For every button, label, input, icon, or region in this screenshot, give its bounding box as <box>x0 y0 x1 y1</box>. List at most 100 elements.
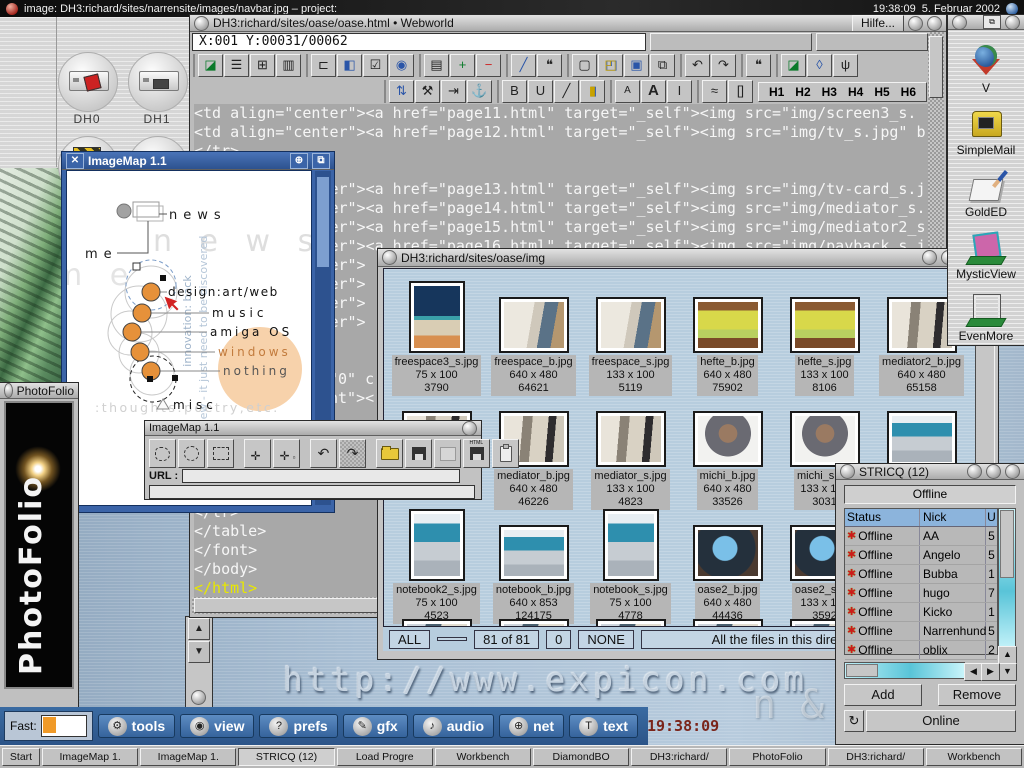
select-none-button[interactable]: NONE <box>578 630 634 649</box>
scroll-up-button[interactable]: ▲ <box>188 618 210 640</box>
dock-view-button[interactable]: ◉view <box>180 714 254 738</box>
thumbnail-cell[interactable]: notebook2_s.jpg75 x 1004523 <box>388 505 485 624</box>
tools-title-bar[interactable]: ImageMap 1.1 <box>145 421 481 436</box>
contact-row[interactable]: ✱OfflineNarrenhund5 <box>845 622 997 641</box>
save-button[interactable] <box>405 439 432 468</box>
list-header[interactable]: Status Nick U <box>845 509 997 527</box>
window-depth-gadget[interactable] <box>927 16 942 31</box>
window-depth-gadget[interactable] <box>462 421 477 436</box>
scrollbar-thumb[interactable] <box>929 36 943 98</box>
window-close-gadget[interactable] <box>194 16 209 31</box>
edit-pencil-button[interactable]: ╱ <box>511 54 536 77</box>
taskbar-item-stricq-12-[interactable]: STRICQ (12) <box>238 748 334 766</box>
imagemap-title-bar[interactable]: ✕ ImageMap 1.1 ⊕ ⧉ <box>62 152 334 170</box>
webworld-title-bar[interactable]: DH3:richard/sites/oase/oase.html • Webwo… <box>190 15 946 32</box>
redo-button[interactable]: ↷ <box>711 54 736 77</box>
contact-row[interactable]: ✱Offlinehugo7 <box>845 584 997 603</box>
refresh-button[interactable]: ↻ <box>844 710 864 732</box>
handle-square[interactable] <box>133 263 140 270</box>
dock-app-evenmore[interactable]: EvenMore <box>948 281 1024 343</box>
dock-app-v[interactable]: V <box>948 33 1024 95</box>
taskbar-item-diamondbo[interactable]: DiamondBO <box>533 748 629 766</box>
hotspot-dot[interactable] <box>131 343 149 361</box>
thumbnail-cell[interactable]: notebook_b.jpg640 x 853124175 <box>485 505 582 624</box>
taskbar-item-dh3-richard-[interactable]: DH3:richard/ <box>631 748 727 766</box>
dock-tools-button[interactable]: ⚙tools <box>98 714 175 738</box>
heading-h5-button[interactable]: H5 <box>870 84 893 100</box>
taskbar-item-photofolio[interactable]: PhotoFolio <box>729 748 825 766</box>
online-status-button[interactable]: Online <box>866 710 1016 732</box>
hotspot-dot[interactable] <box>142 283 160 301</box>
image-thumbnail[interactable] <box>790 297 860 353</box>
help-menu-button[interactable]: Hilfe... <box>852 15 904 32</box>
polygon-tool[interactable] <box>149 439 176 468</box>
thumbnail-cell[interactable] <box>679 619 776 627</box>
contact-row[interactable]: ✱OfflineAA5 <box>845 527 997 546</box>
window-zoom-gadget[interactable]: ⊕ <box>290 153 308 169</box>
list-vertical-scrollbar[interactable] <box>998 508 1016 647</box>
thumbnail-cell[interactable] <box>582 619 679 627</box>
contact-row[interactable]: ✱OfflineBubba1 <box>845 565 997 584</box>
directory-title-bar[interactable]: DH3:richard/sites/oase/img <box>378 249 998 267</box>
italic-button[interactable]: ╱ <box>554 80 579 103</box>
image-thumbnail[interactable] <box>887 411 957 467</box>
group-dropdown[interactable]: Offline <box>844 485 1016 504</box>
image-thumbnail[interactable] <box>409 509 465 581</box>
underline-button[interactable]: U <box>528 80 553 103</box>
dock-title-bar[interactable]: ⧉ <box>948 15 1024 30</box>
url-input[interactable] <box>182 469 460 483</box>
image-thumbnail[interactable] <box>693 619 763 627</box>
del-point-tool[interactable] <box>273 439 300 468</box>
add-contact-button[interactable]: Add <box>844 684 922 706</box>
heading-h1-button[interactable]: H1 <box>765 84 788 100</box>
thumbnail-cell[interactable]: hefte_b.jpg640 x 48075902 <box>679 277 776 396</box>
font-smaller-button[interactable]: A <box>615 80 640 103</box>
bold-button[interactable]: B <box>502 80 527 103</box>
window-close-gadget[interactable] <box>382 250 397 265</box>
drive-icon-dh1[interactable] <box>128 52 188 112</box>
hotspot-dot[interactable] <box>133 304 151 322</box>
remove-element-button[interactable]: − <box>476 54 501 77</box>
thumbnail-cell[interactable]: freespace3_s.jpg75 x 1003790 <box>388 277 485 396</box>
redo-button[interactable]: ↷ <box>339 439 366 468</box>
ellipse-tool[interactable] <box>178 439 205 468</box>
comment-input[interactable] <box>149 485 475 499</box>
scroll-right-button[interactable]: ▶ <box>981 663 1000 681</box>
screen-menu-icon[interactable] <box>6 3 18 15</box>
image-thumbnail[interactable] <box>596 619 666 627</box>
font-height-button[interactable]: I <box>667 80 692 103</box>
window-gadget[interactable] <box>1005 15 1020 30</box>
clipboard-button[interactable] <box>492 439 519 468</box>
undo-button[interactable]: ↶ <box>310 439 337 468</box>
handle-square[interactable] <box>160 275 166 281</box>
window-zoom-gadget[interactable] <box>908 16 923 31</box>
thumbnail-cell[interactable]: mediator_s.jpg133 x 1004823 <box>582 391 679 510</box>
dock-audio-button[interactable]: ♪audio <box>413 714 494 738</box>
thumbnail-cell[interactable]: hefte_s.jpg133 x 1008106 <box>776 277 873 396</box>
dock-gfx-button[interactable]: ✎gfx <box>343 714 408 738</box>
contact-list[interactable]: Status Nick U ✱OfflineAA5✱OfflineAngelo5… <box>844 508 998 655</box>
contact-row[interactable]: ✱OfflineKicko1 <box>845 603 997 622</box>
taskbar-item-start[interactable]: Start <box>2 748 40 766</box>
taskbar-item-workbench[interactable]: Workbench <box>926 748 1022 766</box>
insert-list-button[interactable]: ☰ <box>224 54 249 77</box>
goto-anchor-button[interactable]: ⇅ <box>389 80 414 103</box>
image-thumbnail[interactable] <box>596 297 666 353</box>
add-point-tool[interactable] <box>244 439 271 468</box>
image-thumbnail[interactable] <box>693 525 763 581</box>
insert-form-button[interactable]: ▥ <box>276 54 301 77</box>
open-button[interactable] <box>376 439 403 468</box>
font-bigger-button[interactable]: A <box>641 80 666 103</box>
insert-comment-button[interactable]: ❝ <box>537 54 562 77</box>
indent-button[interactable]: ⇥ <box>441 80 466 103</box>
column-nick[interactable]: Nick <box>920 509 986 526</box>
insert-table-button[interactable]: ⊞ <box>250 54 275 77</box>
add-element-button[interactable]: + <box>450 54 475 77</box>
taskbar-item-dh3-richard-[interactable]: DH3:richard/ <box>828 748 924 766</box>
image-thumbnail[interactable] <box>499 297 569 353</box>
scroll-down-button[interactable]: ▼ <box>188 641 210 663</box>
contact-row[interactable]: ✱Offlineoblix2 <box>845 641 997 660</box>
window-gadget[interactable] <box>967 464 982 479</box>
heading-h2-button[interactable]: H2 <box>791 84 814 100</box>
save-html-button[interactable] <box>463 439 490 468</box>
